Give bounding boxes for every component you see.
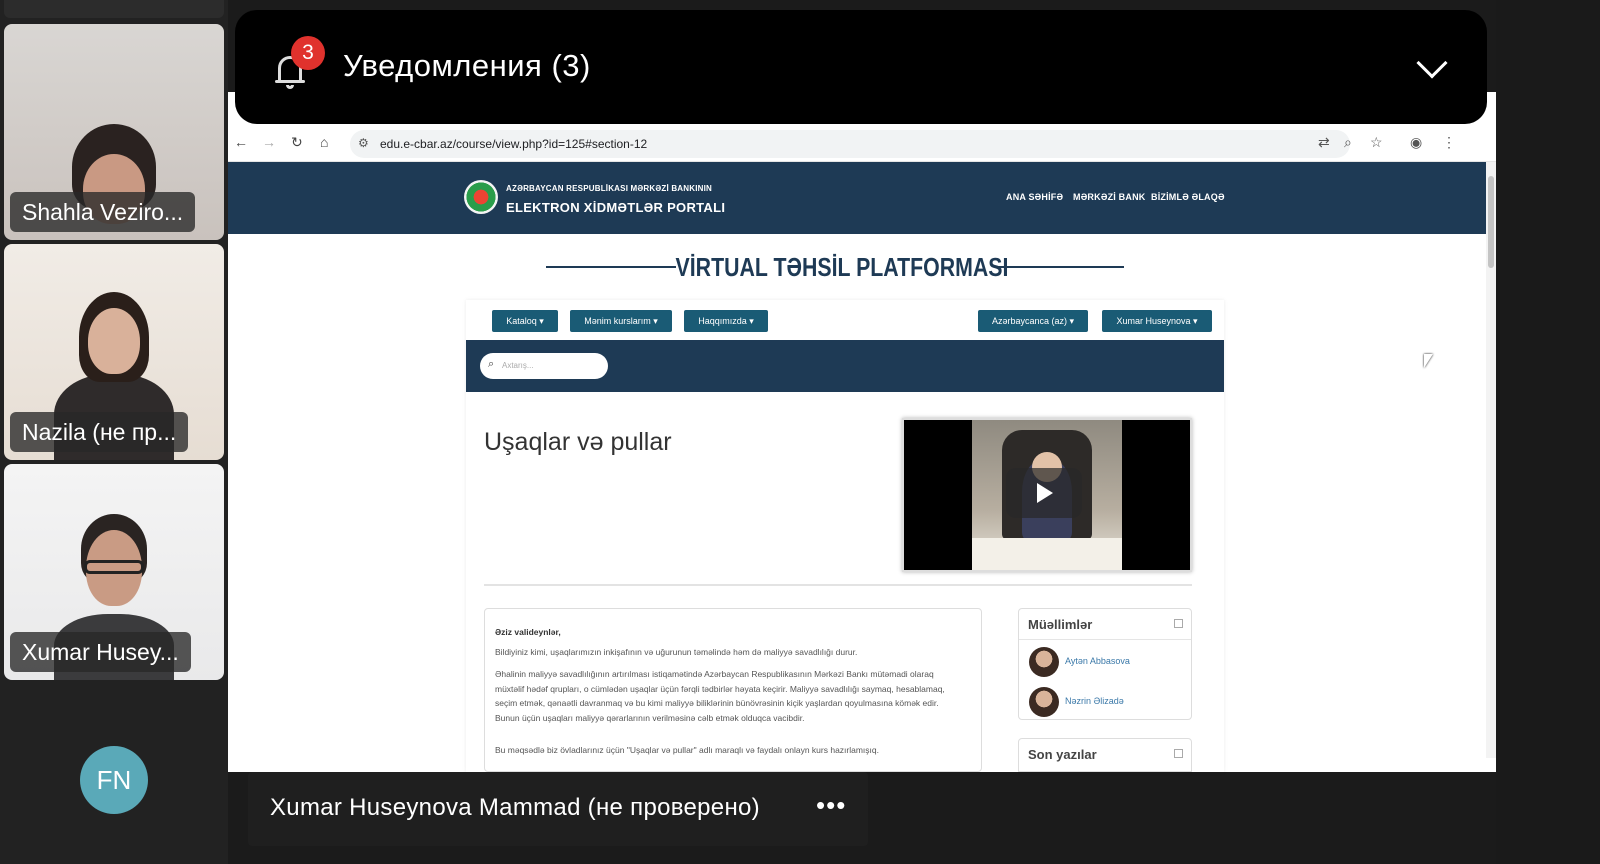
participant-tile[interactable]: Xumar Husey... [4, 464, 224, 680]
participant-tile[interactable]: Nazila (не пр... [4, 244, 224, 460]
collapse-icon[interactable] [1174, 749, 1183, 758]
teacher-item[interactable]: Nəzrin Əlizadə [1029, 687, 1189, 719]
video-player[interactable] [902, 418, 1192, 572]
home-icon[interactable]: ⌂ [320, 134, 328, 150]
participant-figure [88, 308, 140, 374]
teacher-item[interactable]: Aytən Abbasova [1029, 647, 1189, 679]
intro-greeting: Əziz valideynlər, [495, 627, 561, 637]
participant-tile-partial [4, 0, 224, 18]
teachers-header: Müəllimlər [1028, 617, 1093, 632]
scrollbar-thumb[interactable] [1488, 176, 1494, 268]
video-figure [972, 538, 1122, 570]
intro-paragraph: Bildiyiniz kimi, uşaqlarımızın inkişafın… [495, 647, 858, 657]
play-button[interactable] [1006, 468, 1082, 518]
forward-arrow-icon[interactable]: → [262, 134, 276, 150]
intro-paragraph: Əhalinin maliyyə savadlılığının artırılm… [495, 669, 945, 723]
back-arrow-icon[interactable]: ← [234, 134, 248, 150]
course-card: Kataloq ▾ Mənim kurslarım ▾ Haqqımızda ▾… [466, 300, 1224, 772]
teacher-name[interactable]: Aytən Abbasova [1065, 656, 1130, 666]
collapse-icon[interactable] [1174, 619, 1183, 628]
recent-posts-block: Son yazılar [1018, 738, 1192, 772]
nav-link-home[interactable]: ANA SƏHİFƏ [1006, 192, 1063, 202]
logo-subtitle: AZƏRBAYCAN RESPUBLİKASI MƏRKƏZİ BANKININ [506, 184, 713, 193]
reload-icon[interactable]: ↻ [291, 134, 303, 151]
platform-title: VİRTUAL TƏHSİL PLATFORMASI [675, 252, 1009, 282]
participant-tile[interactable]: Shahla Veziro... [4, 24, 224, 240]
title-rule [994, 266, 1124, 268]
search-icon: ⌕ [488, 358, 495, 370]
speaker-name: Xumar Huseynova Mammad (не проверено) [270, 794, 760, 821]
intro-text-box: Əziz valideynlər, Bildiyiniz kimi, uşaql… [484, 608, 982, 772]
notification-title: Уведомления (3) [343, 48, 591, 83]
course-menu-bar: Kataloq ▾ Mənim kurslarım ▾ Haqqımızda ▾… [466, 300, 1224, 340]
profile-icon[interactable]: ◉ [1410, 134, 1422, 151]
right-margin-panel [1496, 0, 1600, 864]
course-title: Uşaqlar və pullar [484, 428, 672, 456]
site-header: AZƏRBAYCAN RESPUBLİKASI MƏRKƏZİ BANKININ… [228, 162, 1488, 234]
site-settings-icon[interactable]: ⚙ [358, 136, 369, 150]
nav-link-central-bank[interactable]: MƏRKƏZİ BANK [1073, 192, 1145, 202]
notification-count-badge: 3 [291, 36, 325, 70]
avatar[interactable]: FN [80, 746, 148, 814]
divider [484, 584, 1192, 586]
participant-name: Shahla Veziro... [10, 192, 196, 232]
browser-toolbar: ← → ↻ ⌂ ⚙ edu.e-cbar.az/course/view.php?… [228, 126, 1496, 162]
recent-posts-header: Son yazılar [1028, 747, 1097, 762]
divider [1019, 639, 1191, 640]
speaker-name-tag: Xumar Huseynova Mammad (не проверено) ••… [248, 772, 868, 846]
address-bar[interactable]: ⚙ edu.e-cbar.az/course/view.php?id=125#s… [350, 130, 1350, 158]
bookmark-star-icon[interactable]: ☆ [1370, 134, 1383, 151]
glasses [84, 560, 144, 574]
teacher-name[interactable]: Nəzrin Əlizadə [1065, 696, 1124, 706]
chevron-down-icon[interactable] [1416, 47, 1448, 79]
avatar [1029, 647, 1059, 677]
search-placeholder: Axtarış... [502, 361, 534, 370]
shared-screen: ← → ↻ ⌂ ⚙ edu.e-cbar.az/course/view.php?… [228, 92, 1496, 772]
intro-paragraph: Bu məqsədlə biz övladlarınız üçün "Uşaql… [495, 745, 879, 755]
url-text: edu.e-cbar.az/course/view.php?id=125#sec… [380, 137, 648, 151]
search-input[interactable]: ⌕ Axtarış... [480, 353, 608, 379]
zoom-icon[interactable]: ⌕ [1344, 134, 1352, 151]
avatar [1029, 687, 1059, 717]
menu-my-courses-button[interactable]: Mənim kurslarım ▾ [570, 310, 672, 332]
more-options-icon[interactable]: ••• [816, 790, 846, 821]
notification-banner[interactable]: 3 Уведомления (3) [235, 10, 1487, 124]
translate-icon[interactable]: ⇄ [1318, 134, 1330, 151]
mouse-cursor-icon [1424, 354, 1433, 368]
nav-link-contact[interactable]: BİZİMLƏ ƏLAQƏ [1151, 192, 1225, 202]
logo-title: ELEKTRON XİDMƏTLƏR PORTALI [506, 200, 726, 215]
user-menu-button[interactable]: Xumar Huseynova ▾ [1102, 310, 1212, 332]
page-scrollbar[interactable] [1486, 162, 1496, 758]
participant-name: Nazila (не пр... [10, 412, 189, 452]
play-icon [1037, 483, 1053, 503]
menu-about-button[interactable]: Haqqımızda ▾ [684, 310, 768, 332]
participant-name: Xumar Husey... [10, 632, 191, 672]
emblem-logo [464, 180, 498, 214]
language-button[interactable]: Azərbaycanca (az) ▾ [978, 310, 1088, 332]
search-band: ⌕ Axtarış... [466, 340, 1224, 392]
menu-kebab-icon[interactable]: ⋮ [1442, 134, 1456, 151]
teachers-block: Müəllimlər Aytən Abbasova Nəzrin Əlizadə [1018, 608, 1192, 720]
participants-panel: Shahla Veziro... Nazila (не пр... Xumar … [0, 0, 228, 864]
menu-catalog-button[interactable]: Kataloq ▾ [492, 310, 558, 332]
